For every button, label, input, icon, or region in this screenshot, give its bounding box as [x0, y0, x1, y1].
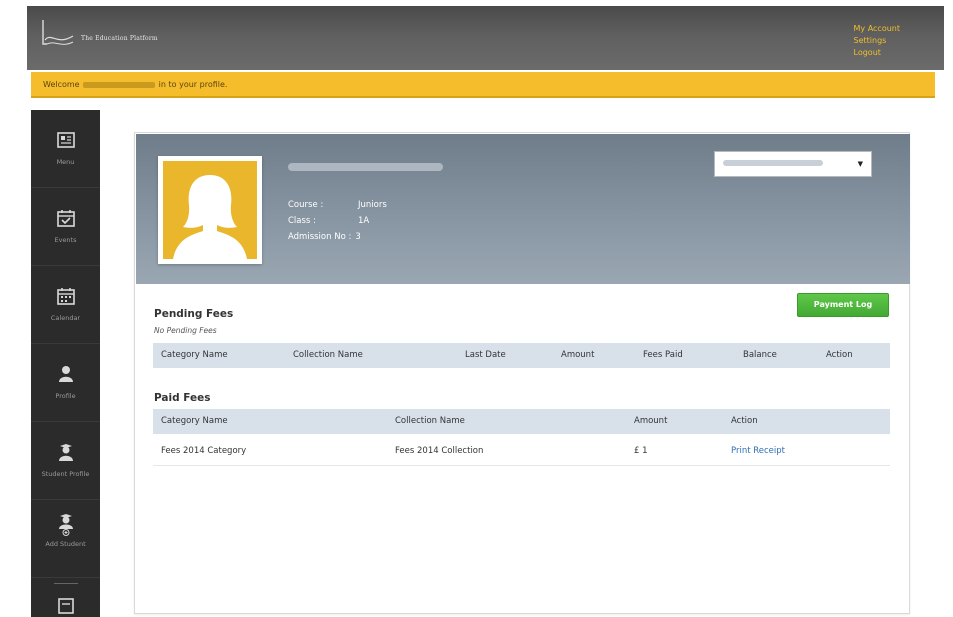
- newspaper-icon: [56, 132, 75, 148]
- sidebar-item-label: Profile: [55, 392, 76, 400]
- paid-fees-table: Category Name Collection Name Amount Act…: [153, 409, 890, 469]
- redacted-student-name: [288, 163, 443, 171]
- profile-banner: Course : Juniors Class : 1A Admission No…: [136, 134, 910, 284]
- app-window: The Education Platform My Account Settin…: [27, 6, 944, 617]
- sidebar-item-label: Menu: [56, 158, 75, 166]
- calendar-check-icon: [56, 210, 75, 227]
- paid-table-header: Category Name Collection Name Amount Act…: [153, 409, 890, 434]
- admission-label: Admission No :: [288, 232, 352, 242]
- sidebar: Menu Events Calendar Profile Student Pro…: [31, 110, 100, 617]
- paid-fees-title: Paid Fees: [154, 392, 211, 404]
- student-info: Course : Juniors Class : 1A Admission No…: [288, 197, 387, 245]
- sidebar-item-menu[interactable]: Menu: [31, 110, 100, 188]
- add-student-icon: [58, 514, 73, 536]
- col-action: Action: [731, 416, 758, 426]
- course-value: Juniors: [358, 200, 387, 210]
- student-select[interactable]: ▼: [714, 151, 872, 177]
- sidebar-item-label: Add Student: [45, 540, 86, 548]
- redacted-selected-student: [723, 160, 823, 166]
- logout-link[interactable]: Logout: [854, 47, 900, 59]
- logo[interactable]: The Education Platform: [39, 18, 158, 48]
- welcome-bar: Welcome in to your profile.: [31, 72, 935, 98]
- class-value: 1A: [358, 216, 370, 226]
- row-amount: £ 1: [634, 446, 648, 456]
- logo-icon: [42, 20, 74, 45]
- dropdown-caret-icon: ▼: [857, 160, 863, 168]
- class-label: Class :: [288, 216, 316, 226]
- col-last-date: Last Date: [465, 350, 506, 360]
- pending-fees-title: Pending Fees: [154, 308, 234, 320]
- sidebar-item-add-student[interactable]: Add Student: [31, 500, 100, 578]
- my-account-link[interactable]: My Account: [854, 23, 900, 35]
- sidebar-item-profile[interactable]: Profile: [31, 344, 100, 422]
- print-receipt-link[interactable]: Print Receipt: [731, 434, 785, 468]
- admission-value: 3: [355, 232, 361, 242]
- col-amount: Amount: [634, 416, 668, 426]
- welcome-prefix: Welcome: [43, 80, 83, 89]
- redacted-username: [83, 81, 156, 88]
- sidebar-item-label: Calendar: [50, 314, 81, 322]
- row-collection: Fees 2014 Collection: [395, 446, 484, 456]
- col-collection-name: Collection Name: [293, 350, 363, 360]
- sidebar-item-student-profile[interactable]: Student Profile: [31, 422, 100, 500]
- sidebar-item-label: Student Profile: [41, 470, 90, 478]
- col-amount: Amount: [561, 350, 595, 360]
- pending-table-header: Category Name Collection Name Last Date …: [153, 343, 890, 368]
- welcome-suffix: in to your profile.: [156, 80, 228, 89]
- col-category-name: Category Name: [161, 350, 228, 360]
- sidebar-item-more[interactable]: [31, 578, 100, 617]
- pending-fees-table: Category Name Collection Name Last Date …: [153, 343, 890, 368]
- course-label: Course :: [288, 200, 324, 210]
- settings-link[interactable]: Settings: [854, 35, 900, 47]
- col-action: Action: [826, 350, 853, 360]
- logo-text: The Education Platform: [81, 35, 158, 42]
- sidebar-divider: [53, 583, 78, 584]
- sidebar-item-events[interactable]: Events: [31, 188, 100, 266]
- calendar-icon: [56, 288, 75, 305]
- report-icon: [57, 598, 74, 614]
- sidebar-item-calendar[interactable]: Calendar: [31, 266, 100, 344]
- col-fees-paid: Fees Paid: [643, 350, 683, 360]
- col-balance: Balance: [743, 350, 777, 360]
- avatar: [158, 156, 262, 264]
- payment-log-button[interactable]: Payment Log: [797, 293, 889, 317]
- student-icon: [58, 444, 73, 461]
- col-category-name: Category Name: [161, 416, 228, 426]
- row-category: Fees 2014 Category: [161, 446, 247, 456]
- table-row: Fees 2014 Category Fees 2014 Collection …: [153, 434, 890, 466]
- account-menu: My Account Settings Logout: [854, 23, 900, 59]
- top-header: The Education Platform My Account Settin…: [27, 6, 944, 70]
- default-avatar-icon: [173, 175, 247, 259]
- user-icon: [58, 366, 73, 382]
- no-pending-fees-text: No Pending Fees: [154, 326, 217, 335]
- col-collection-name: Collection Name: [395, 416, 465, 426]
- fees-card: Course : Juniors Class : 1A Admission No…: [134, 132, 910, 614]
- sidebar-item-label: Events: [54, 236, 77, 244]
- main-content: Course : Juniors Class : 1A Admission No…: [107, 110, 935, 617]
